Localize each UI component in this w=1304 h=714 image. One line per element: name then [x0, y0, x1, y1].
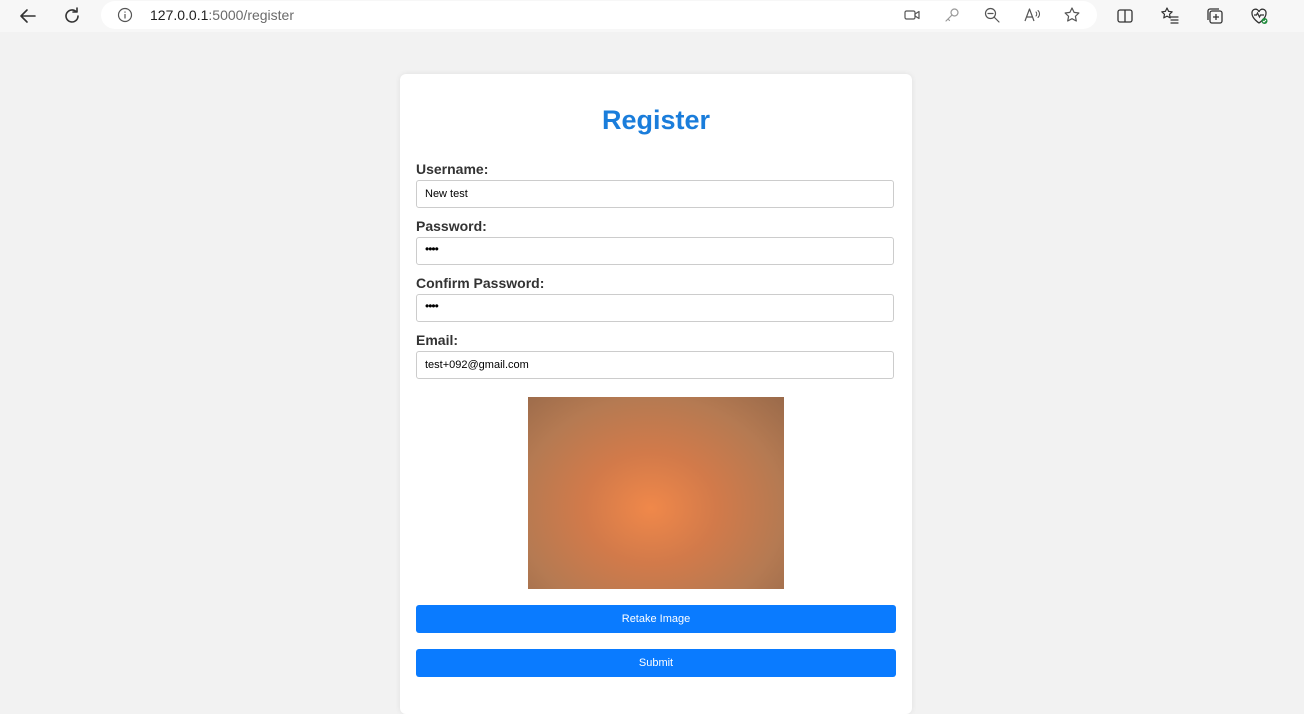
- video-icon[interactable]: [902, 5, 922, 25]
- url-path: :5000/register: [208, 7, 294, 23]
- refresh-icon[interactable]: [60, 4, 84, 28]
- zoom-out-icon[interactable]: [982, 5, 1002, 25]
- register-card: Register Username: New test Password: ••…: [400, 74, 912, 714]
- page-title: Register: [601, 105, 711, 135]
- confirm-password-label: Confirm Password:: [416, 275, 545, 291]
- read-aloud-icon[interactable]: [1022, 5, 1042, 25]
- submit-button[interactable]: Submit: [416, 649, 896, 677]
- collections-icon[interactable]: [1203, 4, 1227, 28]
- camera-preview-image: [528, 397, 784, 589]
- address-bar[interactable]: 127.0.0.1:5000/register: [101, 1, 1097, 29]
- split-screen-icon[interactable]: [1113, 4, 1137, 28]
- email-field[interactable]: test+092@gmail.com: [416, 351, 894, 379]
- email-label: Email:: [416, 332, 459, 348]
- password-value: ••••: [425, 242, 439, 256]
- username-field[interactable]: New test: [416, 180, 894, 208]
- password-field[interactable]: ••••: [416, 237, 894, 265]
- key-icon[interactable]: [942, 5, 962, 25]
- browser-essentials-icon[interactable]: [1247, 4, 1271, 28]
- favorites-list-icon[interactable]: [1158, 4, 1182, 28]
- confirm-password-value: ••••: [425, 299, 439, 313]
- favorite-star-icon[interactable]: [1062, 5, 1082, 25]
- confirm-password-field[interactable]: ••••: [416, 294, 894, 322]
- retake-image-button[interactable]: Retake Image: [416, 605, 896, 633]
- username-value: New test: [425, 188, 468, 200]
- browser-toolbar: 127.0.0.1:5000/register: [0, 0, 1304, 32]
- email-value: test+092@gmail.com: [425, 359, 529, 371]
- back-arrow-icon[interactable]: [16, 4, 40, 28]
- url-host: 127.0.0.1: [150, 7, 209, 23]
- username-label: Username:: [416, 161, 489, 177]
- info-icon[interactable]: [115, 5, 135, 25]
- password-label: Password:: [416, 218, 487, 234]
- url-text[interactable]: 127.0.0.1:5000/register: [150, 7, 294, 23]
